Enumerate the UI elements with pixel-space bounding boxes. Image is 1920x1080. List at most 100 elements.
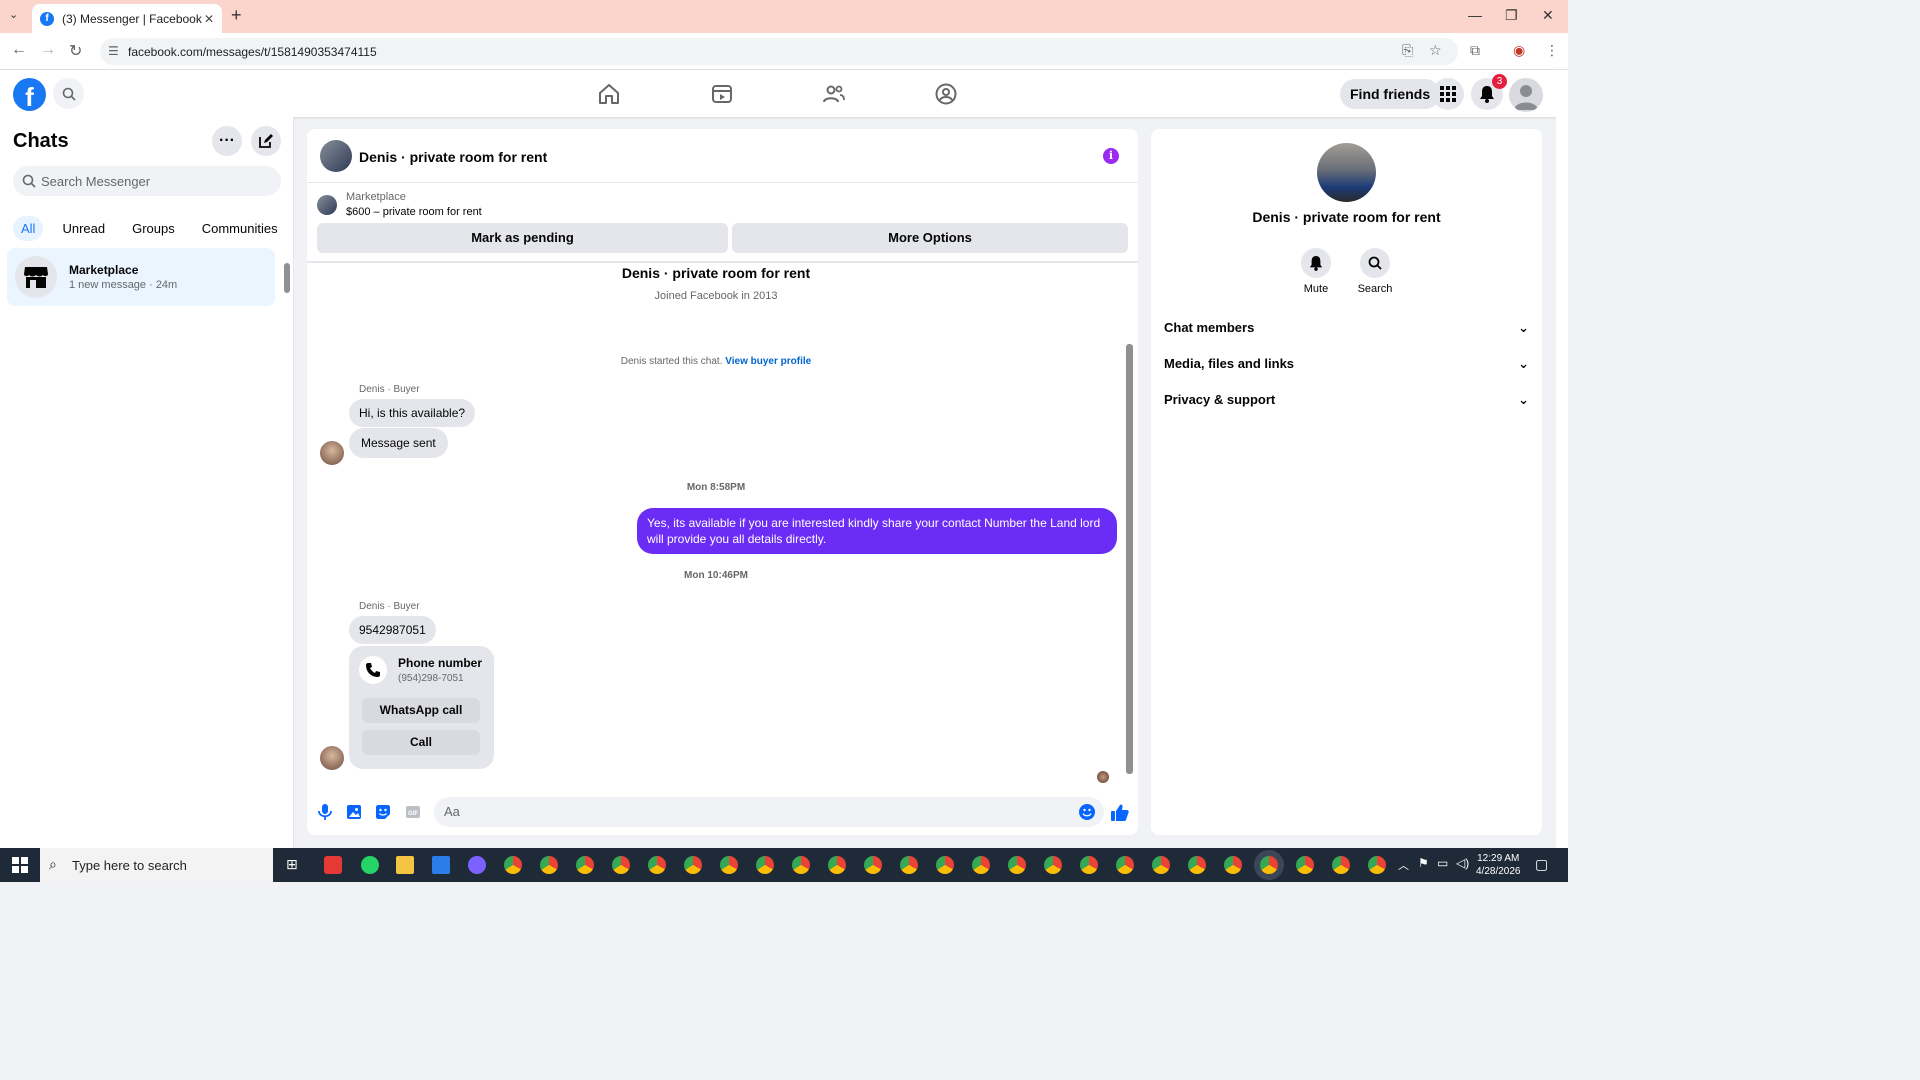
chrome-icon[interactable] [540, 856, 558, 874]
filter-all[interactable]: All [13, 216, 44, 241]
media-files-links-section[interactable]: Media, files and links ⌄ [1164, 356, 1529, 372]
notification-center-icon[interactable]: ▢ [1535, 856, 1548, 873]
facebook-search-button[interactable] [53, 78, 84, 109]
forward-icon[interactable]: → [40, 41, 56, 59]
menu-button[interactable] [1432, 78, 1464, 110]
close-tab-icon[interactable]: ✕ [204, 12, 214, 26]
chrome-icon[interactable] [792, 856, 810, 874]
video-icon[interactable] [710, 82, 734, 106]
page-scrollbar[interactable] [1556, 70, 1568, 848]
app-icon[interactable] [324, 856, 342, 874]
account-avatar[interactable] [1509, 78, 1543, 112]
sticker-icon[interactable] [374, 803, 392, 821]
sender-avatar[interactable] [320, 441, 344, 465]
chrome-icon[interactable] [828, 856, 846, 874]
mark-pending-button[interactable]: Mark as pending [317, 223, 728, 253]
back-icon[interactable]: ← [11, 41, 27, 59]
chrome-icon[interactable] [1224, 856, 1242, 874]
chrome-icon[interactable] [1080, 856, 1098, 874]
windows-start-icon[interactable] [12, 857, 28, 873]
chrome-icon[interactable] [1188, 856, 1206, 874]
gif-icon[interactable]: GIF [404, 803, 422, 821]
facebook-logo-icon[interactable]: f [13, 78, 46, 111]
chrome-icon[interactable] [1008, 856, 1026, 874]
browser-tab[interactable]: f (3) Messenger | Facebook ✕ [32, 4, 222, 33]
chrome-icon[interactable] [1044, 856, 1062, 874]
more-options-button[interactable]: More Options [732, 223, 1128, 253]
browser-menu-icon[interactable]: ⋮ [1545, 42, 1559, 59]
app-icon[interactable] [432, 856, 450, 874]
privacy-support-section[interactable]: Privacy & support ⌄ [1164, 392, 1529, 408]
tray-app-icon[interactable]: ⚑ [1418, 856, 1429, 870]
filter-groups[interactable]: Groups [124, 216, 183, 241]
install-icon[interactable]: ⎘ [1402, 42, 1413, 59]
chrome-icon[interactable] [972, 856, 990, 874]
sidebar-scrollbar[interactable] [284, 263, 290, 293]
profile-icon[interactable]: ◉ [1513, 42, 1525, 59]
tray-chevron-icon[interactable]: ︿ [1398, 857, 1409, 873]
chrome-icon[interactable] [504, 856, 522, 874]
call-button[interactable]: Call [362, 730, 480, 755]
minimize-icon[interactable]: — [1468, 7, 1482, 23]
chrome-icon[interactable] [864, 856, 882, 874]
find-friends-button[interactable]: Find friends [1340, 79, 1441, 109]
home-icon[interactable] [597, 82, 621, 106]
url-field[interactable]: ☰ facebook.com/messages/t/15814903534741… [100, 38, 1458, 65]
whatsapp-icon[interactable] [361, 856, 379, 874]
filter-unread[interactable]: Unread [54, 216, 113, 241]
reload-icon[interactable]: ↻ [69, 41, 82, 61]
new-message-button[interactable] [251, 126, 281, 156]
network-icon[interactable]: ▭ [1437, 856, 1448, 870]
extensions-icon[interactable]: ⧉ [1470, 42, 1480, 59]
system-clock[interactable]: 12:29 AM 4/28/2026 [1476, 852, 1521, 878]
chrome-icon[interactable] [1368, 856, 1386, 874]
thumbs-up-icon[interactable] [1110, 803, 1130, 823]
chrome-icon[interactable] [936, 856, 954, 874]
whatsapp-call-button[interactable]: WhatsApp call [362, 698, 480, 723]
chrome-icon[interactable] [1116, 856, 1134, 874]
incoming-message[interactable]: Hi, is this available? [349, 399, 476, 427]
conversation-avatar[interactable] [320, 140, 352, 172]
chrome-icon-active[interactable] [1260, 856, 1278, 874]
volume-icon[interactable]: ◁) [1456, 856, 1469, 870]
chat-members-section[interactable]: Chat members ⌄ [1164, 320, 1529, 336]
restore-icon[interactable]: ❐ [1505, 7, 1518, 24]
close-window-icon[interactable]: ✕ [1542, 7, 1554, 24]
outgoing-message[interactable]: Yes, its available if you are interested… [637, 508, 1117, 554]
emoji-icon[interactable] [1078, 803, 1096, 821]
view-buyer-profile-link[interactable]: View buyer profile [725, 356, 811, 367]
chat-options-button[interactable]: ··· [212, 126, 242, 156]
mute-button[interactable]: Mute [1286, 248, 1346, 295]
chrome-icon[interactable] [900, 856, 918, 874]
messages-scrollbar[interactable] [1126, 344, 1133, 774]
new-tab-icon[interactable]: + [231, 5, 242, 26]
bookmark-star-icon[interactable]: ☆ [1429, 42, 1442, 59]
details-avatar[interactable] [1317, 143, 1376, 202]
copilot-icon[interactable] [468, 856, 486, 874]
info-icon[interactable]: i [1103, 148, 1119, 164]
friends-icon[interactable] [822, 82, 846, 106]
chrome-icon[interactable] [576, 856, 594, 874]
incoming-message[interactable]: Message sent [349, 428, 448, 458]
chrome-icon[interactable] [648, 856, 666, 874]
filter-communities[interactable]: Communities [194, 216, 286, 241]
microphone-icon[interactable] [316, 803, 334, 821]
task-view-icon[interactable]: ⊞ [286, 856, 304, 874]
gaming-icon[interactable] [934, 82, 958, 106]
tab-list-icon[interactable]: ⌄ [9, 8, 18, 21]
chrome-icon[interactable] [720, 856, 738, 874]
chrome-icon[interactable] [756, 856, 774, 874]
chrome-icon[interactable] [1332, 856, 1350, 874]
chat-list-item[interactable]: Marketplace 1 new message · 24m [7, 248, 275, 306]
conversation-title[interactable]: Denis · private room for rent [359, 149, 547, 165]
chrome-icon[interactable] [684, 856, 702, 874]
site-info-icon[interactable]: ☰ [108, 44, 119, 58]
taskbar-search-input[interactable]: ⌕ Type here to search [40, 848, 273, 882]
photo-icon[interactable] [345, 803, 363, 821]
file-explorer-icon[interactable] [396, 856, 414, 874]
message-input[interactable]: Aa [434, 797, 1104, 827]
sender-avatar[interactable] [320, 746, 344, 770]
chrome-icon[interactable] [1152, 856, 1170, 874]
chrome-icon[interactable] [612, 856, 630, 874]
incoming-message[interactable]: 9542987051 [349, 616, 436, 644]
